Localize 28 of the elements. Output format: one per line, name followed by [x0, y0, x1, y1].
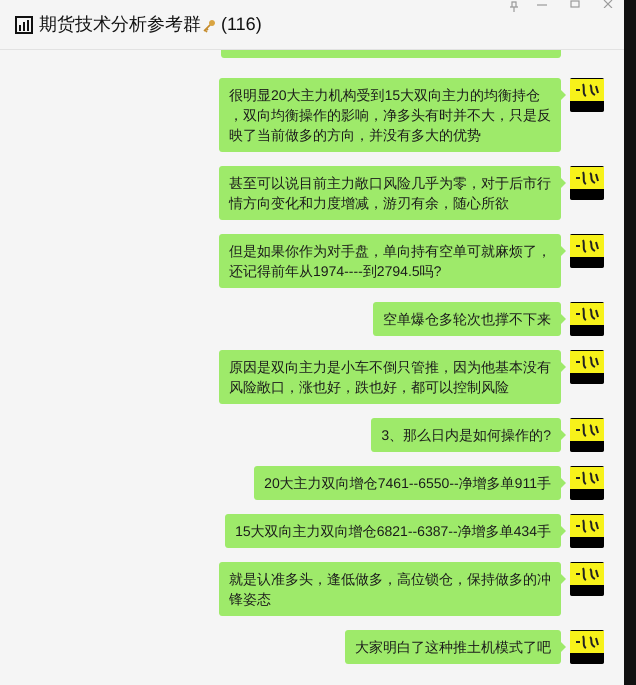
avatar[interactable] — [570, 78, 604, 112]
avatar[interactable] — [570, 466, 604, 500]
message-bubble: 大家明白了这种推土机模式了吧 — [345, 630, 561, 664]
message-bubble: 甚至可以说目前主力敞口风险几乎为零，对于后市行 情方向变化和力度增减，游刃有余，随心所欲 — [219, 166, 561, 220]
avatar[interactable] — [570, 418, 604, 452]
chart-icon — [15, 16, 33, 34]
avatar[interactable] — [570, 630, 604, 664]
maximize-icon[interactable] — [570, 0, 580, 8]
avatar[interactable] — [570, 514, 604, 548]
key-icon — [202, 18, 216, 32]
minimize-icon[interactable] — [536, 2, 548, 8]
message-bubble: 20大主力双向增仓7461--6550--净增多单911手 — [254, 466, 561, 500]
avatar[interactable] — [570, 166, 604, 200]
avatar[interactable] — [570, 302, 604, 336]
message-bubble: 但是如果你作为对手盘，单向持有空单可就麻烦了， 还记得前年从1974----到2794.5吗? — [219, 234, 561, 288]
message-bubble: 空单爆仓多轮次也撑不下来 — [373, 302, 561, 336]
close-icon[interactable] — [603, 0, 613, 8]
avatar[interactable] — [570, 562, 604, 596]
message-bubble: 原因是双向主力是小车不倒只管推，因为他基本没有 风险敞口，涨也好，跌也好，都可以控制风险 — [219, 350, 561, 404]
pin-icon[interactable] — [508, 1, 520, 13]
message-bubble: 就是认准多头，逢低做多，高位锁仓，保持做多的冲 锋姿态 — [219, 562, 561, 616]
message-bubble: 很明显20大主力机构受到15大双向主力的均衡持仓 ，双向均衡操作的影响，净多头有时并不大，只是反 映了当前做多的方向，并没有多大的优势 — [219, 78, 561, 152]
avatar[interactable] — [570, 234, 604, 268]
message-bubble: 3、那么日内是如何操作的? — [371, 418, 561, 452]
member-count: (116) — [221, 13, 262, 36]
message-bubble: 15大双向主力双向增仓6821--6387--净增多单434手 — [225, 514, 561, 548]
window-title: 期货技术分析参考群 — [39, 13, 201, 36]
avatar[interactable] — [570, 350, 604, 384]
